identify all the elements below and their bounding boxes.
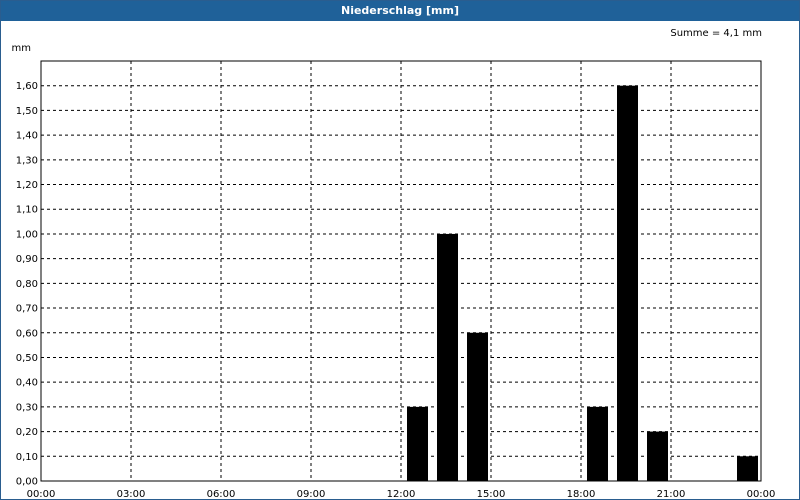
window-title: Niederschlag [mm]: [1, 1, 799, 21]
y-tick-labels: 0,00 0,10 0,20 0,30 0,40 0,50 0,60 0,70 0,80 0,90…: [16, 81, 38, 487]
y-tick-label: 0,50: [16, 353, 38, 364]
precipitation-bar: [737, 456, 758, 481]
x-tick-time-label: 18:00: [567, 489, 596, 499]
y-tick-label: 1,00: [16, 229, 38, 240]
precipitation-bar: [467, 332, 488, 481]
x-tick-time-label: 21:00: [657, 489, 686, 499]
precipitation-bar: [617, 85, 638, 482]
y-tick-label: 1,60: [16, 81, 38, 92]
precipitation-bar: [647, 431, 668, 481]
precipitation-bar: [587, 406, 608, 481]
precipitation-bar: [437, 233, 458, 481]
y-tick-label: 0,40: [16, 378, 38, 389]
y-tick-label: 1,30: [16, 155, 38, 166]
y-tick-label: 1,10: [16, 205, 38, 216]
precipitation-bar: [407, 406, 428, 481]
precipitation-chart: 0,00 0,10 0,20 0,30 0,40 0,50 0,60 0,70 0,80 0,90…: [12, 28, 776, 499]
x-tick-time-label: 00:00: [747, 489, 776, 499]
x-tick-time-label: 06:00: [207, 489, 236, 499]
x-tick-time-label: 15:00: [477, 489, 506, 499]
x-tick-labels: 00:0003.07.2403:0003.07.2406:0003.07.240…: [27, 489, 776, 499]
y-tick-label: 0,80: [16, 279, 38, 290]
y-tick-label: 0,30: [16, 402, 38, 413]
y-tick-label: 0,90: [16, 254, 38, 265]
precipitation-sum: Summe = 4,1 mm: [670, 28, 762, 39]
x-tick-time-label: 09:00: [297, 489, 326, 499]
chart-window: Niederschlag [mm] 0,00 0,10 0,20 0,30 0,40 0,…: [0, 0, 800, 500]
x-tick-time-label: 12:00: [387, 489, 416, 499]
y-tick-label: 0,10: [16, 452, 38, 463]
y-tick-label: 1,40: [16, 131, 38, 142]
x-tick-time-label: 03:00: [117, 489, 146, 499]
y-tick-label: 0,60: [16, 328, 38, 339]
x-tick-time-label: 00:00: [27, 489, 56, 499]
y-tick-label: 1,50: [16, 106, 38, 117]
y-tick-label: 1,20: [16, 180, 38, 191]
y-tick-label: 0,00: [16, 477, 38, 488]
y-axis-unit: mm: [12, 43, 31, 54]
y-tick-label: 0,20: [16, 427, 38, 438]
y-tick-label: 0,70: [16, 304, 38, 315]
